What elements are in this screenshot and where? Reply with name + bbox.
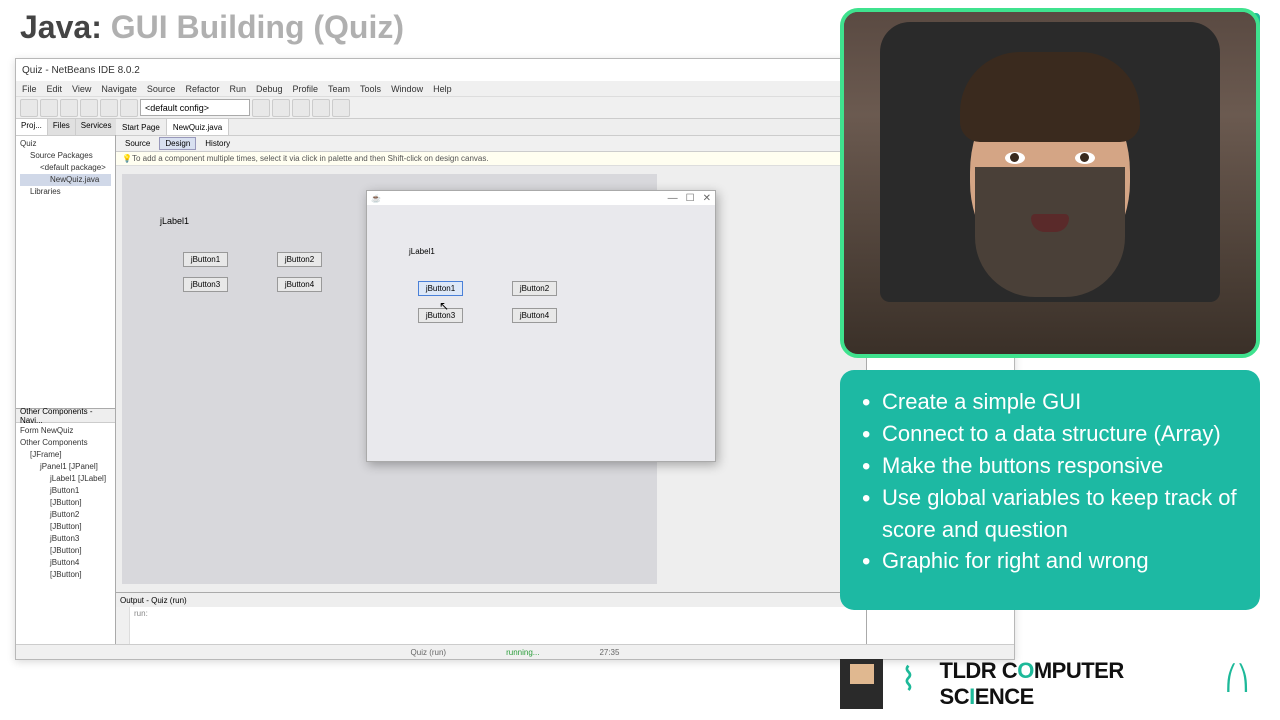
menu-file[interactable]: File	[22, 84, 37, 94]
tree-project[interactable]: Quiz	[20, 138, 111, 150]
mode-design[interactable]: Design	[159, 137, 196, 150]
bullet-item: Create a simple GUI	[862, 386, 1238, 418]
clean-icon[interactable]	[272, 99, 290, 117]
design-button1[interactable]: jButton1	[183, 252, 228, 267]
tab-start-page[interactable]: Start Page	[116, 119, 167, 135]
save-icon[interactable]	[80, 99, 98, 117]
nav-item[interactable]: jButton2 [JButton]	[20, 509, 111, 533]
run-icon[interactable]	[292, 99, 310, 117]
nav-item[interactable]: jButton1 [JButton]	[20, 485, 111, 509]
menu-refactor[interactable]: Refactor	[185, 84, 219, 94]
menu-navigate[interactable]: Navigate	[101, 84, 137, 94]
menu-edit[interactable]: Edit	[47, 84, 63, 94]
menu-team[interactable]: Team	[328, 84, 350, 94]
build-icon[interactable]	[252, 99, 270, 117]
cursor-icon: ↖	[439, 299, 449, 313]
tab-projects[interactable]: Proj...	[16, 119, 48, 135]
nav-item[interactable]: [JFrame]	[20, 449, 111, 461]
profile-icon[interactable]	[332, 99, 350, 117]
menu-tools[interactable]: Tools	[360, 84, 381, 94]
debug-icon[interactable]	[312, 99, 330, 117]
design-canvas[interactable]: jLabel1 jButton1 jButton2 jButton3 jButt…	[116, 166, 866, 592]
nav-item[interactable]: jLabel1 [JLabel]	[20, 473, 111, 485]
tab-newquiz[interactable]: NewQuiz.java	[167, 119, 229, 135]
app-close-icon[interactable]: ✕	[703, 193, 711, 204]
lightbulb-icon: 💡	[122, 154, 132, 163]
app-icon: ☕	[371, 194, 381, 203]
mode-source[interactable]: Source	[120, 138, 155, 149]
avatar-icon	[840, 659, 883, 709]
undo-icon[interactable]	[100, 99, 118, 117]
app-button4[interactable]: jButton4	[512, 308, 557, 323]
output-panel: Output - Quiz (run) run:	[116, 592, 866, 644]
page-title: Java: GUI Building (Quiz)	[20, 9, 404, 46]
menu-run[interactable]: Run	[229, 84, 246, 94]
design-button3[interactable]: jButton3	[183, 277, 228, 292]
tree-file[interactable]: NewQuiz.java	[20, 174, 111, 186]
tab-services[interactable]: Services	[76, 119, 118, 135]
menu-help[interactable]: Help	[433, 84, 452, 94]
tree-default-package[interactable]: <default package>	[20, 162, 111, 174]
projects-panel: Proj... Files Services Quiz Source Packa…	[16, 119, 115, 409]
design-button2[interactable]: jButton2	[277, 252, 322, 267]
redo-icon[interactable]	[120, 99, 138, 117]
menu-window[interactable]: Window	[391, 84, 423, 94]
channel-logo: TLDR COMPUTER SCIENCE	[840, 654, 1260, 714]
design-button4[interactable]: jButton4	[277, 277, 322, 292]
bullet-item: Use global variables to keep track of sc…	[862, 482, 1238, 546]
app-label: jLabel1	[409, 247, 435, 256]
output-tab[interactable]: Output - Quiz (run)	[116, 593, 866, 607]
wifi-icon	[893, 665, 930, 703]
hint-bar: 💡 To add a component multiple times, sel…	[116, 152, 866, 166]
tab-files[interactable]: Files	[48, 119, 76, 135]
lesson-bullets: Create a simple GUI Connect to a data st…	[840, 370, 1260, 610]
tree-libraries[interactable]: Libraries	[20, 186, 111, 198]
nav-item[interactable]: Form NewQuiz	[20, 425, 111, 437]
nav-item[interactable]: jButton4 [JButton]	[20, 557, 111, 581]
bullet-item: Make the buttons responsive	[862, 450, 1238, 482]
new-file-icon[interactable]	[20, 99, 38, 117]
app-button2[interactable]: jButton2	[512, 281, 557, 296]
presenter-webcam	[840, 8, 1260, 358]
nav-item[interactable]: Other Components	[20, 437, 111, 449]
design-label[interactable]: jLabel1	[160, 216, 189, 226]
tree-source-packages[interactable]: Source Packages	[20, 150, 111, 162]
bullet-item: Connect to a data structure (Array)	[862, 418, 1238, 450]
menu-debug[interactable]: Debug	[256, 84, 283, 94]
menu-profile[interactable]: Profile	[293, 84, 319, 94]
new-project-icon[interactable]	[40, 99, 58, 117]
menu-view[interactable]: View	[72, 84, 91, 94]
running-app-window[interactable]: ☕ — ☐ ✕ jLabel1 jButton1 jButton2 jButto…	[366, 190, 716, 462]
navigator-title: Other Components - Navi...	[16, 409, 115, 423]
nav-item[interactable]: jButton3 [JButton]	[20, 533, 111, 557]
open-icon[interactable]	[60, 99, 78, 117]
output-text: run:	[130, 607, 866, 645]
app-maximize-icon[interactable]: ☐	[686, 193, 695, 204]
navigator-panel: Other Components - Navi... Form NewQuiz …	[16, 409, 115, 644]
app-minimize-icon[interactable]: —	[668, 193, 678, 204]
app-button1[interactable]: jButton1	[418, 281, 463, 296]
menu-source[interactable]: Source	[147, 84, 176, 94]
nav-item[interactable]: jPanel1 [JPanel]	[20, 461, 111, 473]
mode-history[interactable]: History	[200, 138, 235, 149]
antenna-icon	[1225, 664, 1260, 704]
config-dropdown[interactable]: <default config>	[140, 99, 250, 116]
bullet-item: Graphic for right and wrong	[862, 545, 1238, 577]
